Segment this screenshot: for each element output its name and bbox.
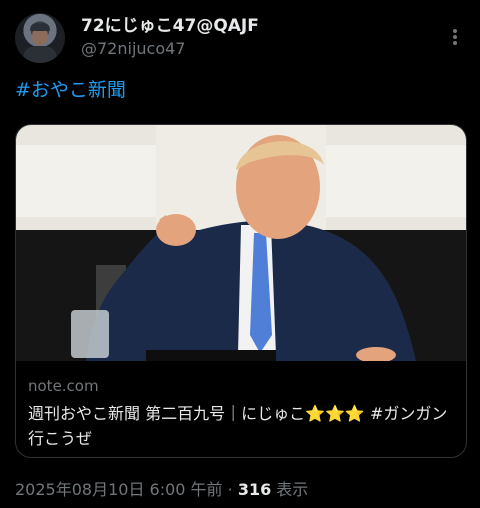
avatar-body-shape [23,46,57,63]
more-dots-icon[interactable] [445,27,465,47]
tweet-meta: 2025年08月10日 6:00 午前 · 316 表示 [15,476,308,500]
link-preview-card[interactable]: note.com 週刊おやこ新聞 第二百九号｜にじゅこ⭐⭐⭐ #ガンガン行こうぜ [15,124,467,458]
avatar-cap-shape [30,23,50,31]
card-domain: note.com [28,377,99,395]
display-name[interactable]: 72にじゅこ47@QAJF [81,15,259,37]
views-count: 316 [237,480,272,499]
card-image [16,125,466,361]
author-block[interactable]: 72にじゅこ47@QAJF @72nijuco47 [81,15,259,60]
card-title: 週刊おやこ新聞 第二百九号｜にじゅこ⭐⭐⭐ #ガンガン行こうぜ [28,404,448,448]
user-handle[interactable]: @72nijuco47 [81,38,259,60]
hashtag-link[interactable]: #おやこ新聞 [15,75,126,102]
avatar[interactable] [15,13,65,63]
views-label: 表示 [271,480,309,499]
timestamp[interactable]: 2025年08月10日 6:00 午前 [15,480,223,499]
meta-separator: · [222,480,238,499]
tweet-header: 72にじゅこ47@QAJF @72nijuco47 [15,13,465,63]
